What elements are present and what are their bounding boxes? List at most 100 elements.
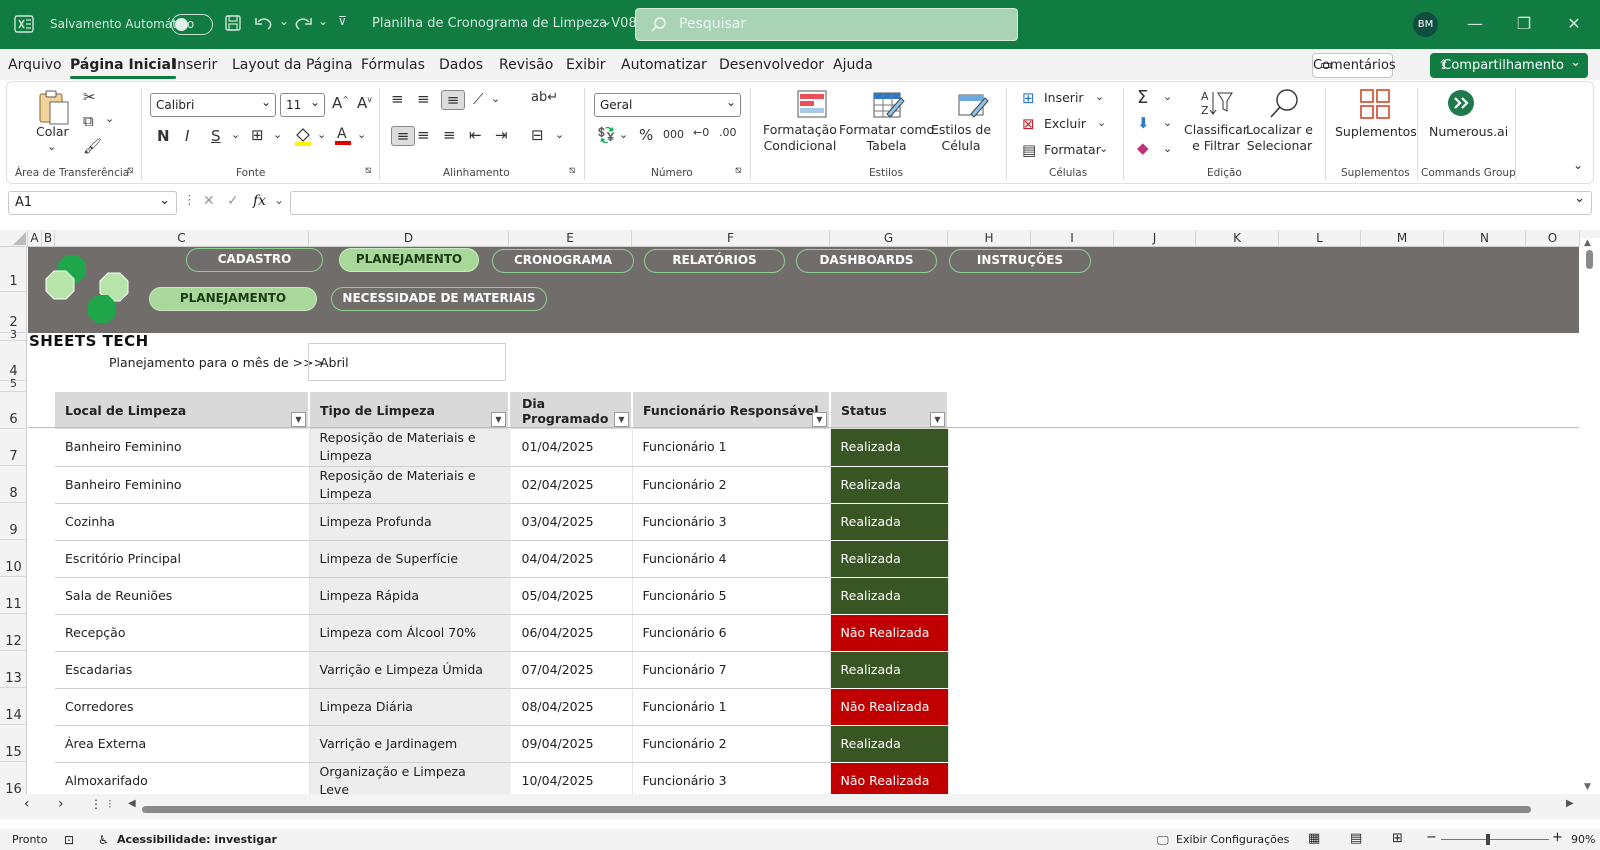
scroll-left-icon[interactable]: ◀ bbox=[128, 798, 136, 809]
cell-status[interactable]: Não Realizada bbox=[830, 614, 949, 652]
cell-tipo[interactable]: Organização e Limpeza Leve bbox=[309, 762, 510, 794]
cell-status[interactable]: Realizada bbox=[830, 429, 949, 467]
cell-status[interactable]: Realizada bbox=[830, 466, 949, 504]
cell-local[interactable]: Banheiro Feminino bbox=[55, 429, 310, 467]
scroll-right-icon[interactable]: ▶ bbox=[1566, 798, 1574, 809]
cell-tipo[interactable]: Limpeza de Superfície bbox=[309, 540, 510, 578]
cell-local[interactable]: Escritório Principal bbox=[55, 540, 310, 578]
numerous-ai-icon[interactable] bbox=[1447, 89, 1475, 117]
cell-local[interactable]: Almoxarifado bbox=[55, 762, 310, 794]
cell-tipo[interactable]: Reposição de Materiais e Limpeza bbox=[309, 429, 510, 467]
col-header-m[interactable]: M bbox=[1361, 230, 1444, 247]
fill-down-icon[interactable]: ⬇ bbox=[1137, 114, 1150, 132]
share-button[interactable]: ⇪ Compartilhamento bbox=[1430, 50, 1588, 78]
col-header-h[interactable]: H bbox=[948, 230, 1031, 247]
col-header-n[interactable]: N bbox=[1444, 230, 1526, 247]
user-avatar[interactable]: BM bbox=[1413, 12, 1438, 37]
cut-icon[interactable]: ✂ bbox=[83, 88, 96, 106]
fill-color-icon[interactable] bbox=[293, 126, 313, 146]
align-top-icon[interactable]: ≡ bbox=[391, 90, 404, 108]
search-box[interactable]: Pesquisar bbox=[635, 8, 1018, 41]
col-header-l[interactable]: L bbox=[1279, 230, 1361, 247]
autosave-toggle[interactable] bbox=[171, 14, 213, 35]
row-header-10[interactable]: 10 bbox=[0, 540, 26, 577]
undo-icon[interactable] bbox=[254, 14, 274, 32]
conditional-format-label[interactable]: Formatação Condicional bbox=[763, 122, 837, 154]
underline-dropdown-icon[interactable]: ⌄ bbox=[231, 128, 240, 141]
redo-dropdown-icon[interactable]: ⌄ bbox=[318, 14, 328, 28]
cell-local[interactable]: Banheiro Feminino bbox=[55, 466, 310, 504]
font-size-combo[interactable]: 11 bbox=[280, 91, 325, 117]
increase-decimal-icon[interactable]: ←0 bbox=[693, 126, 709, 139]
currency-dropdown-icon[interactable]: ⌄ bbox=[619, 128, 628, 141]
format-as-table-label[interactable]: Formatar como Tabela bbox=[839, 122, 934, 154]
zoom-level[interactable]: 90% bbox=[1571, 833, 1595, 846]
cell-dia[interactable]: 04/04/2025 bbox=[509, 540, 633, 578]
increase-indent-icon[interactable]: ⇥ bbox=[495, 126, 508, 144]
format-cells-label[interactable]: Formatar bbox=[1044, 142, 1101, 158]
cell-dia[interactable]: 10/04/2025 bbox=[509, 762, 633, 794]
tab-layout-da-pagina[interactable]: Layout da Página bbox=[232, 57, 353, 73]
cell-local[interactable]: Recepção bbox=[55, 614, 310, 652]
row-header-16[interactable]: 16 bbox=[0, 762, 26, 794]
col-header-k[interactable]: K bbox=[1196, 230, 1279, 247]
align-center-icon[interactable]: ≡ bbox=[417, 126, 430, 144]
align-right-icon[interactable]: ≡ bbox=[443, 126, 456, 144]
col-header-g[interactable]: G bbox=[830, 230, 948, 247]
number-launcher-icon[interactable]: ⧅ bbox=[735, 165, 741, 176]
zoom-slider-handle[interactable] bbox=[1486, 834, 1490, 845]
maximize-icon[interactable]: ❐ bbox=[1512, 12, 1536, 36]
tab-revisao[interactable]: Revisão bbox=[499, 57, 553, 73]
filter-dropdown-icon[interactable]: ▼ bbox=[812, 412, 827, 427]
cell-tipo[interactable]: Limpeza Profunda bbox=[309, 503, 510, 541]
filter-dropdown-icon[interactable]: ▼ bbox=[930, 412, 945, 427]
paste-label[interactable]: Colar bbox=[36, 124, 69, 140]
nav-cadastro-button[interactable]: CADASTRO bbox=[186, 248, 323, 272]
clipboard-launcher-icon[interactable]: ⧅ bbox=[127, 165, 133, 176]
sort-filter-icon[interactable]: AZ bbox=[1199, 88, 1233, 118]
align-left-icon[interactable]: ≡ bbox=[391, 126, 415, 146]
insert-cells-icon[interactable]: ⊞ bbox=[1022, 89, 1035, 107]
cell-funcionario[interactable]: Funcionário 4 bbox=[632, 540, 831, 578]
page-break-icon[interactable]: ⊞ bbox=[1392, 831, 1403, 846]
document-title[interactable]: Planilha de Cronograma de Limpeza V08 bbox=[372, 16, 637, 31]
row-header-12[interactable]: 12 bbox=[0, 614, 26, 651]
undo-dropdown-icon[interactable]: ⌄ bbox=[279, 14, 289, 28]
subnav-planejamento-button[interactable]: PLANEJAMENTO bbox=[149, 287, 317, 311]
nav-relatorios-button[interactable]: RELATÓRIOS bbox=[644, 249, 785, 273]
cell-dia[interactable]: 02/04/2025 bbox=[509, 466, 633, 504]
cell-dia[interactable]: 01/04/2025 bbox=[509, 429, 633, 467]
col-header-c[interactable]: C bbox=[55, 230, 309, 247]
collapse-ribbon-icon[interactable]: ⌄ bbox=[1573, 158, 1583, 172]
cell-tipo[interactable]: Limpeza com Álcool 70% bbox=[309, 614, 510, 652]
decrease-indent-icon[interactable]: ⇤ bbox=[469, 126, 482, 144]
cell-tipo[interactable]: Reposição de Materiais e Limpeza bbox=[309, 466, 510, 504]
col-header-e[interactable]: E bbox=[509, 230, 632, 247]
cell-tipo[interactable]: Limpeza Diária bbox=[309, 688, 510, 726]
cell-funcionario[interactable]: Funcionário 2 bbox=[632, 466, 831, 504]
name-box[interactable]: A1 ⌄ bbox=[8, 191, 177, 215]
row-header-3[interactable]: 3 bbox=[0, 329, 26, 341]
sheet-options-icon[interactable]: ⋮ bbox=[90, 797, 102, 811]
comments-button[interactable]: ▭ Comentários bbox=[1312, 53, 1396, 78]
align-middle-icon[interactable]: ≡ bbox=[417, 90, 430, 108]
insert-dropdown-icon[interactable]: ⌄ bbox=[1095, 90, 1104, 103]
zoom-slider[interactable] bbox=[1441, 839, 1549, 840]
row-header-4[interactable]: 4 bbox=[0, 341, 26, 381]
cell-local[interactable]: Escadarias bbox=[55, 651, 310, 689]
addins-icon[interactable] bbox=[1359, 88, 1391, 120]
borders-dropdown-icon[interactable]: ⌄ bbox=[273, 128, 282, 141]
col-header-i[interactable]: I bbox=[1031, 230, 1114, 247]
tab-desenvolvedor[interactable]: Desenvolvedor bbox=[719, 57, 824, 73]
addins-label[interactable]: Suplementos bbox=[1335, 124, 1417, 140]
col-header-f[interactable]: F bbox=[632, 230, 830, 247]
format-as-table-icon[interactable] bbox=[873, 90, 905, 120]
cell-styles-label[interactable]: Estilos de Célula bbox=[931, 122, 991, 154]
cell-local[interactable]: Corredores bbox=[55, 688, 310, 726]
nav-planejamento-button[interactable]: PLANEJAMENTO bbox=[339, 248, 479, 272]
autosum-icon[interactable]: Σ bbox=[1137, 87, 1148, 108]
currency-icon[interactable]: 💱 bbox=[597, 126, 616, 144]
cell-status[interactable]: Realizada bbox=[830, 503, 949, 541]
copy-icon[interactable]: ⧉ bbox=[83, 112, 94, 130]
prev-sheet-icon[interactable]: ‹ bbox=[24, 796, 30, 812]
